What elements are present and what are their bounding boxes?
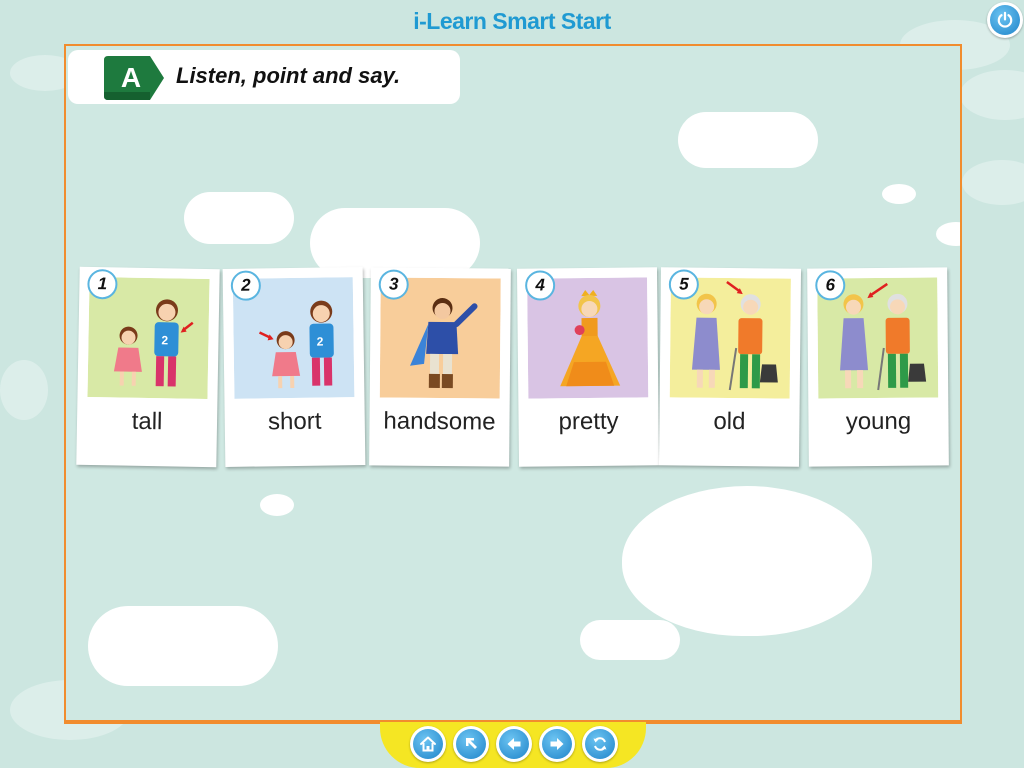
- refresh-button[interactable]: [582, 726, 618, 762]
- svg-text:2: 2: [317, 335, 324, 349]
- instruction-banner: A Listen, point and say.: [68, 50, 460, 104]
- power-button[interactable]: [987, 2, 1023, 38]
- flashcard-handsome[interactable]: 3 handsome: [369, 267, 511, 467]
- card-word: pretty: [558, 407, 619, 436]
- svg-text:2: 2: [161, 333, 168, 347]
- pointer-button[interactable]: [453, 726, 489, 762]
- background-cloud: [88, 606, 278, 686]
- background-cloud: [580, 620, 680, 660]
- card-word: short: [267, 407, 322, 436]
- card-word: handsome: [383, 407, 496, 436]
- flashcard-pretty[interactable]: 4 pretty: [516, 267, 660, 467]
- background-cloud: [936, 222, 960, 246]
- pointer-arrow-icon: [466, 738, 477, 749]
- home-button[interactable]: [410, 726, 446, 762]
- navigation-bar: [380, 722, 646, 768]
- card-word: old: [713, 407, 746, 436]
- activity-badge-letter: A: [120, 62, 142, 93]
- card-word: tall: [131, 407, 163, 436]
- card-number-badge: 6: [815, 270, 846, 301]
- back-button[interactable]: [496, 726, 532, 762]
- background-cloud: [260, 494, 294, 516]
- forward-arrow-icon: [550, 738, 564, 750]
- flashcard-young[interactable]: 6 young: [807, 267, 949, 467]
- flashcard-tall[interactable]: 2 1 tall: [76, 266, 220, 468]
- app-title: i-Learn Smart Start: [413, 8, 611, 34]
- activity-stage: A Listen, point and say. 2 1 tall 2 2 sh…: [64, 44, 962, 724]
- background-cloud: [678, 112, 818, 168]
- card-number-badge: 5: [668, 269, 700, 300]
- back-arrow-icon: [507, 738, 521, 750]
- card-number-badge: 3: [378, 269, 409, 300]
- home-icon: [420, 736, 436, 752]
- refresh-icon: [593, 737, 607, 751]
- activity-badge: A: [104, 56, 164, 100]
- instruction-text: Listen, point and say.: [176, 63, 401, 88]
- forward-button[interactable]: [539, 726, 575, 762]
- power-icon: [997, 11, 1013, 28]
- background-cloud: [622, 486, 872, 636]
- background-cloud: [962, 160, 1024, 205]
- background-cloud: [184, 192, 294, 244]
- background-cloud: [882, 184, 916, 204]
- card-number-badge: 4: [524, 270, 556, 301]
- flashcard-old[interactable]: 5 old: [658, 267, 802, 467]
- background-cloud: [0, 360, 48, 420]
- card-word: young: [845, 407, 912, 436]
- background-cloud: [960, 70, 1024, 120]
- flashcard-short[interactable]: 2 2 short: [222, 267, 366, 467]
